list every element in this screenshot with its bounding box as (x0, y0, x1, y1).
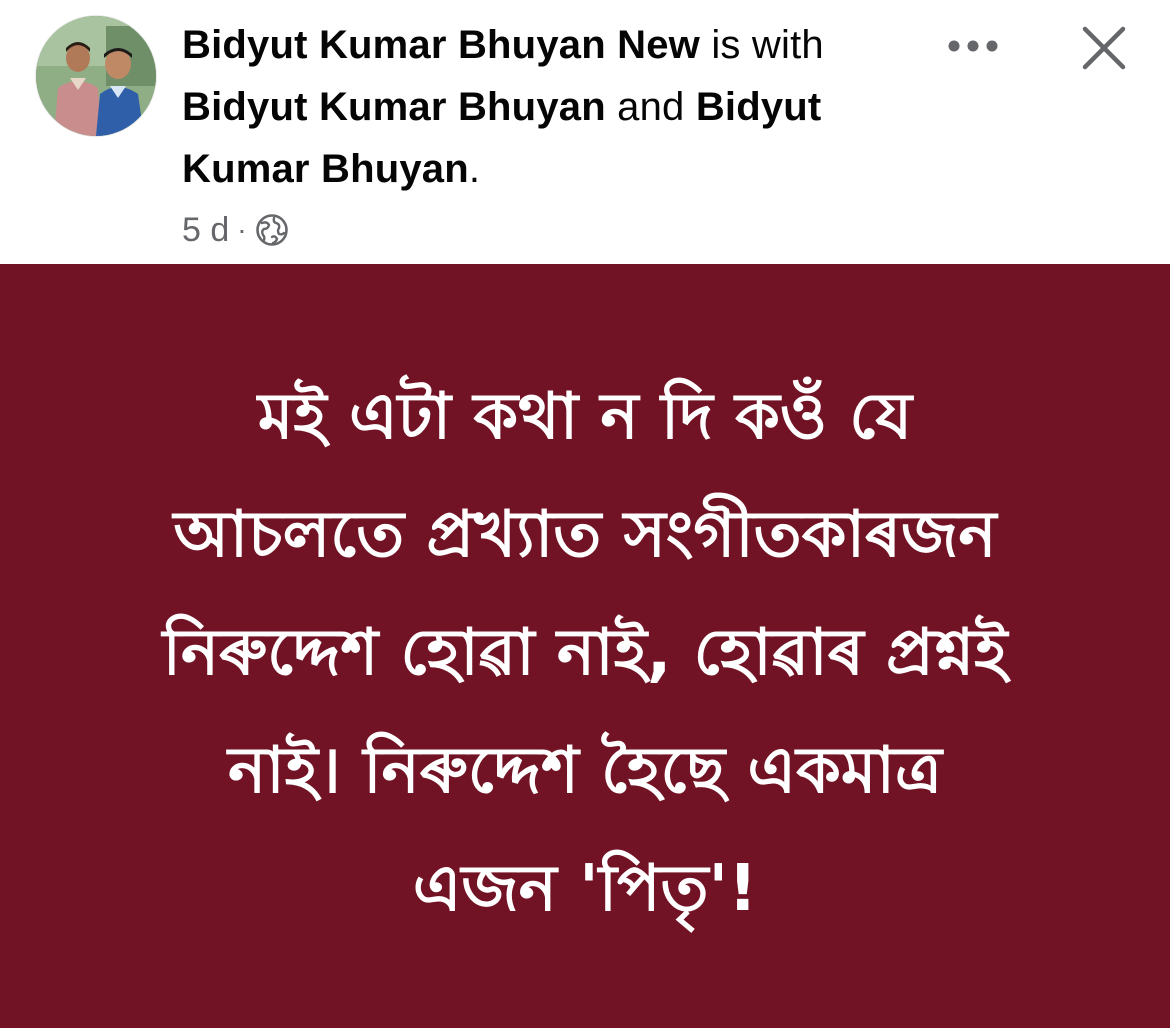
post-text: মই এটা কথা ন দি কওঁ যে আচলতে প্ৰখ্যাত সং… (85, 358, 1085, 948)
post-header: Bidyut Kumar Bhuyan New is with Bidyut K… (0, 0, 1170, 264)
avatar[interactable] (36, 16, 156, 136)
author-name[interactable]: Bidyut Kumar Bhuyan New (182, 23, 700, 67)
title-period: . (468, 147, 481, 191)
post-text-line-4: নাই। নিৰুদ্দেশ হৈছে একমাত্ৰ (227, 734, 942, 808)
timestamp-separator: · (237, 214, 247, 245)
post-text-background: মই এটা কথা ন দি কওঁ যে আচলতে প্ৰখ্যাত সং… (0, 264, 1170, 1028)
more-options-icon (948, 40, 998, 52)
close-icon (1082, 26, 1126, 70)
post-text-line-2: আচলতে প্ৰখ্যাত সংগীতকাৰজন (173, 498, 997, 572)
post-text-line-3: নিৰুদ্দেশ হোৱা নাই, হোৱাৰ প্ৰশ্নই (162, 616, 1008, 690)
post-text-line-1: মই এটা কথা ন দি কওঁ যে (257, 380, 913, 454)
post-meta: Bidyut Kumar Bhuyan New is with Bidyut K… (182, 14, 922, 252)
avatar-photo (36, 16, 156, 136)
with-text: is with (700, 23, 824, 67)
tagged-person-1[interactable]: Bidyut Kumar Bhuyan (182, 85, 606, 129)
post-title: Bidyut Kumar Bhuyan New is with Bidyut K… (182, 14, 922, 200)
globe-icon[interactable] (255, 213, 289, 247)
close-button[interactable] (1072, 16, 1136, 80)
and-text: and (605, 85, 696, 129)
post-timestamp[interactable]: 5 d (182, 211, 229, 250)
timestamp-row: 5 d · (182, 208, 922, 252)
more-options-button[interactable] (940, 22, 1006, 70)
post-text-line-5: এজন 'পিতৃ'! (412, 852, 758, 926)
